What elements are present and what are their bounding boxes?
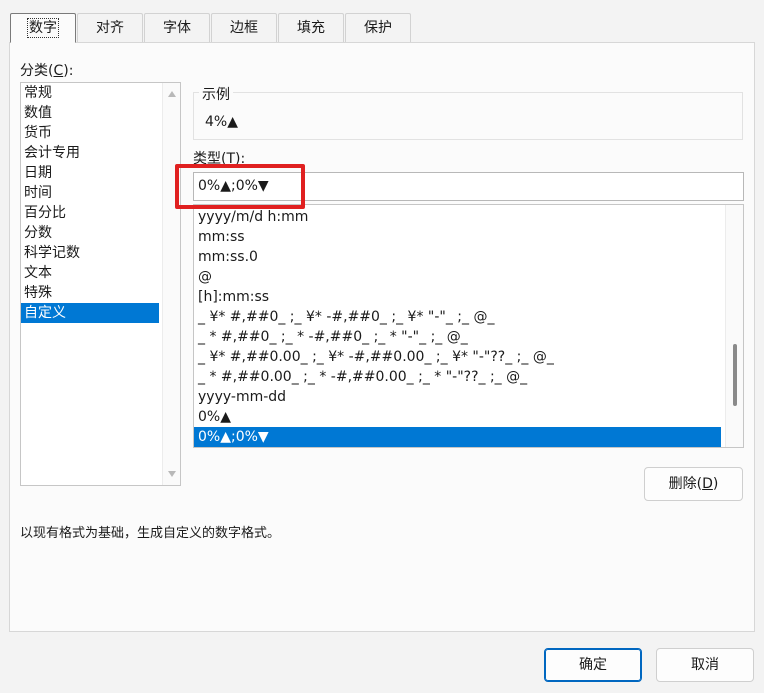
- tab-border-label: 边框: [230, 20, 258, 36]
- ok-button[interactable]: 确定: [544, 648, 642, 682]
- format-list-scrollbar[interactable]: [725, 205, 743, 447]
- category-item-scientific[interactable]: 科学记数: [21, 243, 159, 263]
- format-item[interactable]: yyyy/m/d h:mm: [194, 207, 721, 227]
- tab-fill[interactable]: 填充: [278, 13, 344, 43]
- format-item[interactable]: mm:ss.0: [194, 247, 721, 267]
- category-item-date[interactable]: 日期: [21, 163, 159, 183]
- category-item-general[interactable]: 常规: [21, 83, 159, 103]
- format-item[interactable]: yyyy-mm-dd: [194, 387, 721, 407]
- format-item[interactable]: mm:ss: [194, 227, 721, 247]
- category-item-percentage[interactable]: 百分比: [21, 203, 159, 223]
- scroll-down-arrow-icon[interactable]: [168, 471, 176, 477]
- category-scrollbar[interactable]: [162, 83, 180, 485]
- scroll-up-arrow-icon[interactable]: [168, 91, 176, 97]
- category-list[interactable]: 常规 数值 货币 会计专用 日期 时间 百分比 分数 科学记数 文本 特殊 自定…: [20, 82, 181, 486]
- format-item[interactable]: _ * #,##0_ ;_ * -#,##0_ ;_ * "-"_ ;_ @_: [194, 327, 721, 347]
- format-item[interactable]: [h]:mm:ss: [194, 287, 721, 307]
- tab-number[interactable]: 数字: [10, 13, 76, 43]
- format-list[interactable]: yyyy/m/d h:mm mm:ss mm:ss.0 @ [h]:mm:ss …: [193, 204, 744, 448]
- tab-protection-label: 保护: [364, 20, 392, 36]
- format-item[interactable]: 0%▲: [194, 407, 721, 427]
- format-item[interactable]: _ ¥* #,##0.00_ ;_ ¥* -#,##0.00_ ;_ ¥* "-…: [194, 347, 721, 367]
- format-list-scroll-thumb[interactable]: [733, 344, 737, 406]
- tab-alignment[interactable]: 对齐: [77, 13, 143, 43]
- tab-fill-label: 填充: [297, 20, 325, 36]
- category-item-number[interactable]: 数值: [21, 103, 159, 123]
- delete-button[interactable]: 删除(D): [644, 467, 743, 501]
- category-item-time[interactable]: 时间: [21, 183, 159, 203]
- format-item[interactable]: _ * #,##0.00_ ;_ * -#,##0.00_ ;_ * "-"??…: [194, 367, 721, 387]
- category-item-accounting[interactable]: 会计专用: [21, 143, 159, 163]
- description-text: 以现有格式为基础，生成自定义的数字格式。: [20, 526, 281, 541]
- category-label: 分类(C):: [20, 63, 74, 79]
- sample-group: [193, 92, 743, 140]
- tab-border[interactable]: 边框: [211, 13, 277, 43]
- category-item-special[interactable]: 特殊: [21, 283, 159, 303]
- category-item-fraction[interactable]: 分数: [21, 223, 159, 243]
- tab-font[interactable]: 字体: [144, 13, 210, 43]
- sample-value: 4%▲: [205, 114, 238, 130]
- annotation-highlight-box: [175, 164, 305, 209]
- tab-protection[interactable]: 保护: [345, 13, 411, 43]
- category-item-text[interactable]: 文本: [21, 263, 159, 283]
- format-item[interactable]: _ ¥* #,##0_ ;_ ¥* -#,##0_ ;_ ¥* "-"_ ;_ …: [194, 307, 721, 327]
- cancel-button[interactable]: 取消: [656, 648, 754, 682]
- tab-number-label: 数字: [27, 18, 59, 38]
- category-item-currency[interactable]: 货币: [21, 123, 159, 143]
- tab-bar: 数字 对齐 字体 边框 填充 保护: [10, 13, 412, 43]
- sample-title: 示例: [199, 84, 233, 104]
- format-item[interactable]: @: [194, 267, 721, 287]
- category-item-custom[interactable]: 自定义: [21, 303, 159, 323]
- tab-alignment-label: 对齐: [96, 20, 124, 36]
- tab-font-label: 字体: [163, 20, 191, 36]
- format-item-selected[interactable]: 0%▲;0%▼: [194, 427, 721, 447]
